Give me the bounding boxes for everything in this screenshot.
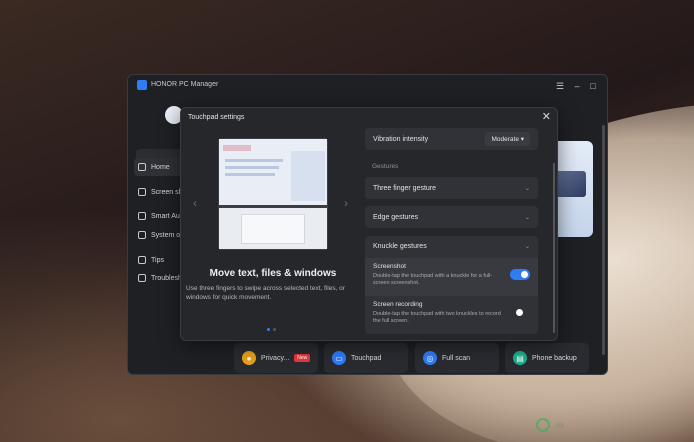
chevron-down-icon: ⌄ xyxy=(524,185,530,192)
full-scan-button[interactable]: ◎ Full scan xyxy=(415,343,499,373)
phone-backup-label: Phone backup xyxy=(532,354,577,362)
screen-recording-title: Screen recording xyxy=(373,301,423,308)
troubleshoot-icon xyxy=(138,274,146,282)
dialog-scrollbar[interactable] xyxy=(553,163,555,333)
touchpad-button[interactable]: ▭ Touchpad xyxy=(324,343,408,373)
chevron-down-icon: ⌄ xyxy=(524,214,530,221)
row-label: Edge gestures xyxy=(373,213,419,221)
screenshot-toggle[interactable] xyxy=(510,269,530,280)
screen-share-icon xyxy=(138,188,146,196)
screenshot-description: Double-tap the touchpad with a knuckle f… xyxy=(373,273,493,286)
row-label: Three finger gesture xyxy=(373,184,437,192)
sidebar-item-label: Troublesh xyxy=(151,274,182,282)
tips-icon xyxy=(138,256,146,264)
vibration-label: Vibration intensity xyxy=(373,135,429,143)
screenshot-title: Screenshot xyxy=(373,263,406,270)
vibration-dropdown[interactable]: Moderate ▾ xyxy=(485,132,530,146)
full-scan-label: Full scan xyxy=(442,354,471,362)
backup-icon: ▤ xyxy=(513,351,527,365)
privacy-button[interactable]: ● Privacy... New xyxy=(234,343,318,373)
window-title: HONOR PC Manager xyxy=(151,81,219,88)
privacy-label: Privacy... xyxy=(261,354,290,362)
sidebar-item-label: Smart Aud xyxy=(151,212,184,220)
screen-recording-item: Screen recording Double-tap the touchpad… xyxy=(365,296,538,334)
honor-logo-icon xyxy=(137,80,147,90)
gesture-description: Use three fingers to swipe across select… xyxy=(186,285,345,301)
illustration-touchpad xyxy=(219,208,327,249)
chevron-up-icon[interactable]: ⌄ xyxy=(525,243,530,250)
audio-icon xyxy=(138,212,146,220)
system-icon xyxy=(138,231,146,239)
maximize-button[interactable]: □ xyxy=(586,79,600,93)
gestures-section-label: Gestures xyxy=(372,163,399,170)
next-arrow-icon[interactable]: › xyxy=(344,196,348,210)
edge-gestures-row[interactable]: Edge gestures ⌄ xyxy=(365,206,538,228)
touchpad-settings-dialog: Touchpad settings ✕ ‹ › Move text, files… xyxy=(180,107,558,341)
carousel-dots xyxy=(267,328,276,331)
menu-icon[interactable]: ☰ xyxy=(553,79,567,93)
previous-arrow-icon[interactable]: ‹ xyxy=(193,196,197,210)
new-badge: New xyxy=(294,354,311,362)
screen-recording-toggle[interactable] xyxy=(510,307,530,318)
touchpad-label: Touchpad xyxy=(351,354,382,362)
sidebar-item-label: Home xyxy=(151,163,170,171)
screenshot-item: Screenshot Double-tap the touchpad with … xyxy=(365,258,538,296)
privacy-icon: ● xyxy=(242,351,256,365)
minimize-button[interactable]: – xyxy=(570,79,584,93)
watermark: .hk xyxy=(536,418,565,432)
three-finger-gesture-row[interactable]: Three finger gesture ⌄ xyxy=(365,177,538,199)
gesture-illustration xyxy=(218,138,328,250)
sidebar-item-label: Tips xyxy=(151,256,164,264)
scan-icon: ◎ xyxy=(423,351,437,365)
watermark-logo-icon xyxy=(536,418,550,432)
dialog-title: Touchpad settings xyxy=(188,114,245,121)
knuckle-gestures-label[interactable]: Knuckle gestures xyxy=(373,243,427,250)
illustration-screen xyxy=(219,139,327,205)
touchpad-icon: ▭ xyxy=(332,351,346,365)
main-scrollbar[interactable] xyxy=(602,125,605,355)
home-icon xyxy=(138,163,146,171)
carousel-dot-active[interactable] xyxy=(267,328,270,331)
title-bar: HONOR PC Manager ☰ – □ ✕ xyxy=(128,75,607,97)
knuckle-gestures-group: Knuckle gestures ⌄ Screenshot Double-tap… xyxy=(365,236,538,334)
gesture-title: Move text, files & windows xyxy=(209,268,337,279)
carousel-dot[interactable] xyxy=(273,328,276,331)
vibration-intensity-row: Vibration intensity Moderate ▾ xyxy=(365,128,538,150)
watermark-text: .hk xyxy=(554,420,565,430)
phone-backup-button[interactable]: ▤ Phone backup xyxy=(505,343,589,373)
screen-recording-description: Double-tap the touchpad with two knuckle… xyxy=(373,311,501,324)
close-icon[interactable]: ✕ xyxy=(542,110,551,124)
